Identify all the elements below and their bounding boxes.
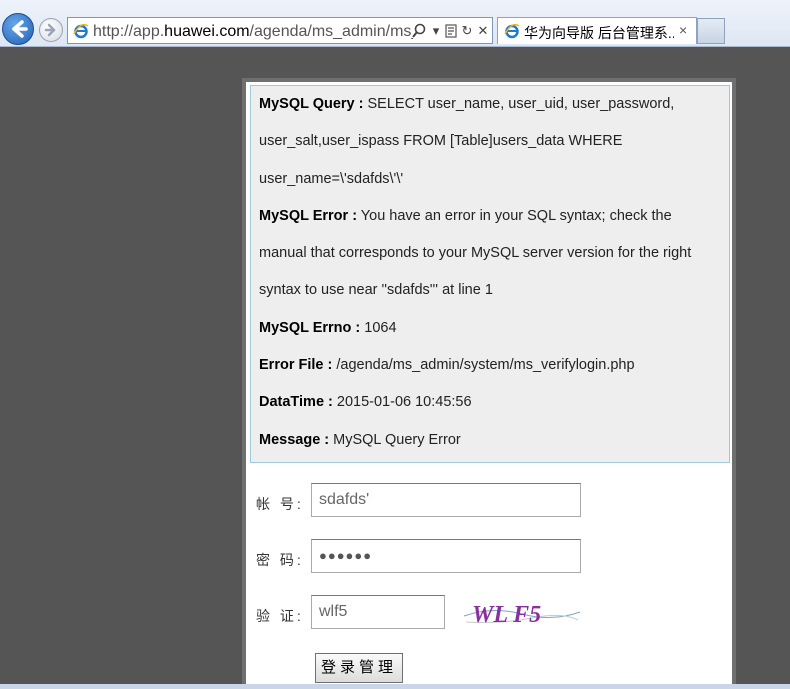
compatibility-view-icon[interactable] bbox=[445, 24, 457, 38]
file-value: /agenda/ms_admin/system/ms_verifylogin.p… bbox=[332, 357, 635, 374]
mysql-error-box: MySQL Query : SELECT user_name, user_uid… bbox=[250, 85, 730, 463]
errno-line: MySQL Errno : 1064 bbox=[259, 310, 721, 347]
time-value: 2015-01-06 10:45:56 bbox=[332, 394, 472, 411]
captcha-text: WL F5 bbox=[472, 602, 541, 628]
ie-tab-icon bbox=[504, 23, 520, 39]
message-value: MySQL Query Error bbox=[329, 431, 461, 448]
address-dropdown-icon[interactable]: ▾ bbox=[428, 22, 444, 40]
query-label: MySQL Query : bbox=[259, 96, 364, 112]
captcha-label: 验 证: bbox=[256, 608, 304, 624]
password-label: 密 码: bbox=[256, 552, 304, 568]
account-label: 帐 号: bbox=[256, 496, 304, 512]
password-input[interactable]: ●●●●●● bbox=[311, 539, 581, 573]
address-bar[interactable]: http://app.huawei.com/agenda/ms_admin/ms… bbox=[67, 17, 493, 44]
file-line: Error File : /agenda/ms_admin/system/ms_… bbox=[259, 347, 721, 384]
time-label: DataTime : bbox=[259, 394, 333, 411]
back-button[interactable] bbox=[2, 13, 34, 45]
captcha-image[interactable]: WL F5 bbox=[462, 594, 582, 628]
status-bar-edge bbox=[0, 684, 790, 689]
browser-tab[interactable]: 华为向导版 后台管理系... × bbox=[497, 17, 697, 44]
query-line: MySQL Query : SELECT user_name, user_uid… bbox=[259, 86, 721, 198]
back-arrow-icon bbox=[12, 20, 28, 38]
forward-button[interactable] bbox=[39, 18, 63, 42]
time-line: DataTime : 2015-01-06 10:45:56 bbox=[259, 384, 721, 421]
new-tab-button[interactable] bbox=[697, 18, 725, 44]
error-label: MySQL Error : bbox=[259, 207, 358, 224]
login-panel: MySQL Query : SELECT user_name, user_uid… bbox=[242, 78, 736, 689]
errno-value: 1064 bbox=[360, 319, 397, 336]
ie-page-icon bbox=[73, 23, 89, 39]
login-submit-button[interactable]: 登录管理 bbox=[315, 653, 403, 683]
errno-label: MySQL Errno : bbox=[259, 319, 361, 336]
message-label: Message : bbox=[259, 431, 330, 448]
forward-arrow-icon bbox=[44, 23, 56, 37]
search-icon[interactable] bbox=[412, 23, 426, 39]
captcha-input[interactable]: wlf5 bbox=[311, 595, 445, 629]
message-line: Message : MySQL Query Error bbox=[259, 422, 721, 459]
tab-close-icon[interactable]: × bbox=[679, 22, 687, 38]
error-line: MySQL Error : You have an error in your … bbox=[259, 198, 721, 310]
stop-icon[interactable]: ✕ bbox=[475, 22, 491, 40]
account-input[interactable]: sdafds' bbox=[311, 483, 581, 517]
url-text[interactable]: http://app.huawei.com/agenda/ms_admin/ms… bbox=[93, 22, 413, 42]
refresh-icon[interactable]: ↻ bbox=[459, 22, 475, 40]
file-label: Error File : bbox=[259, 357, 333, 374]
browser-toolbar: http://app.huawei.com/agenda/ms_admin/ms… bbox=[0, 0, 790, 47]
tab-title: 华为向导版 后台管理系... bbox=[524, 25, 674, 41]
